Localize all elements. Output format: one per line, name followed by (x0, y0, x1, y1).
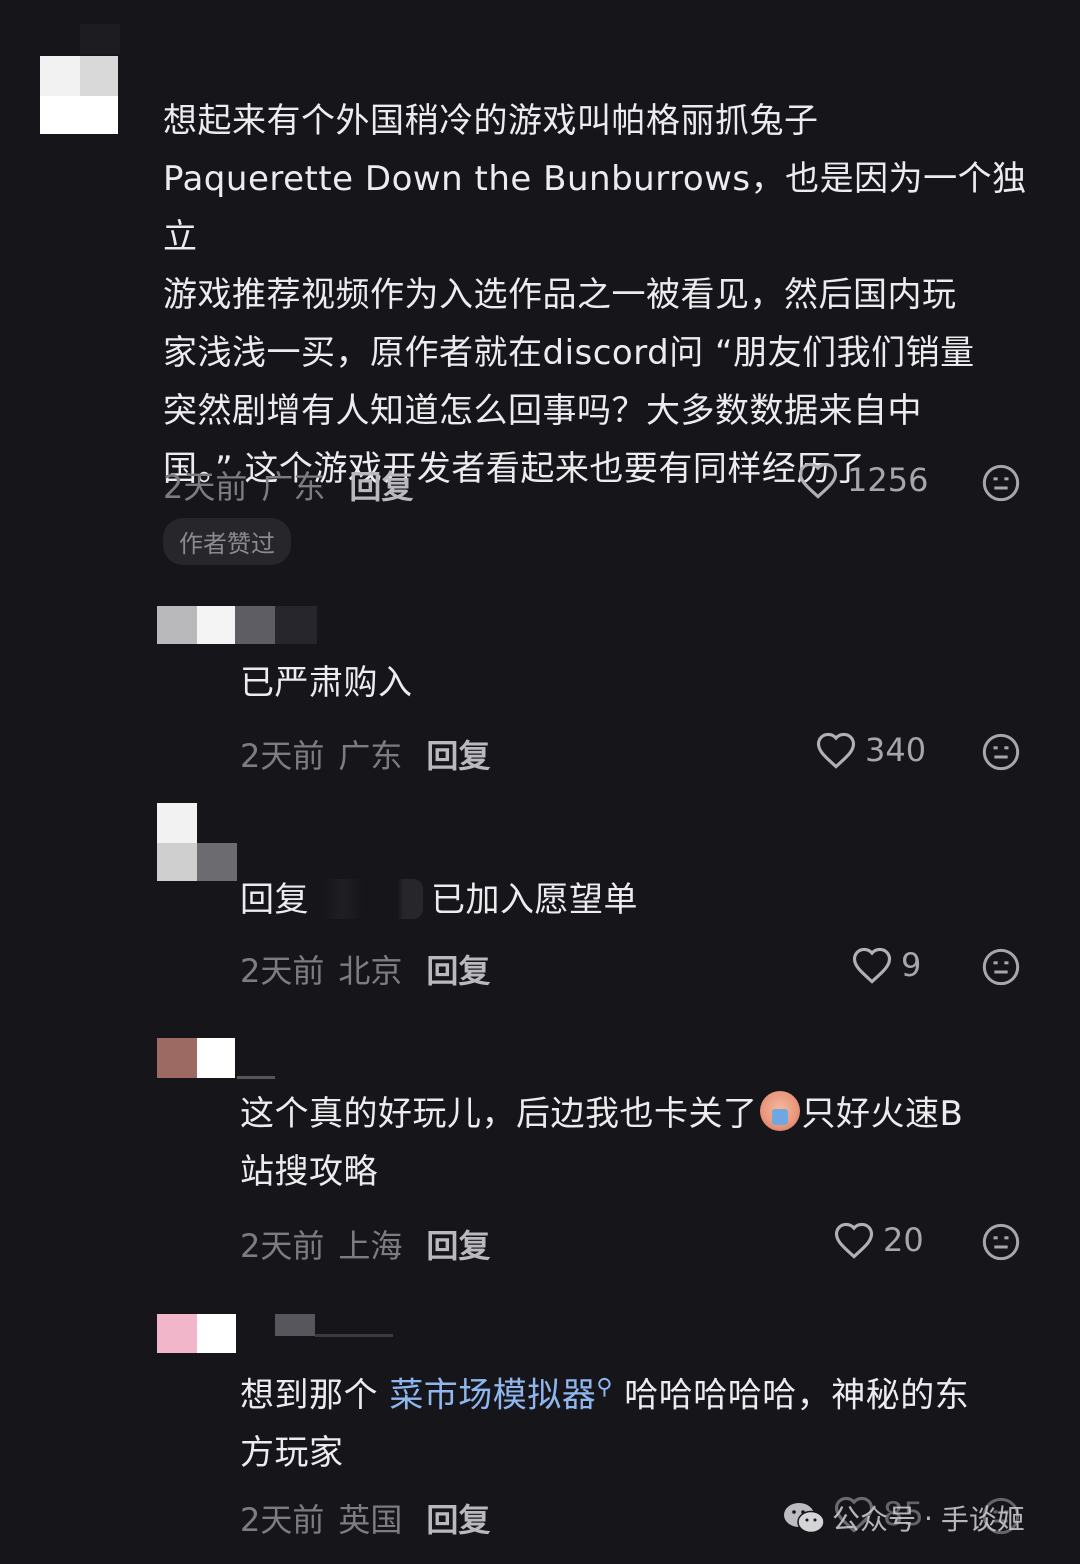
avatar[interactable] (157, 606, 317, 644)
watermark-separator: · (924, 1501, 933, 1535)
reply-button[interactable]: 回复 (426, 1495, 490, 1541)
watermark-name: 手谈姬 (940, 1503, 1025, 1536)
timestamp: 2天前 (240, 737, 325, 775)
avatar[interactable] (157, 1038, 275, 1080)
location: 上海 (338, 1227, 403, 1265)
watermark-type: 公众号 (832, 1503, 917, 1536)
comment-meta: 2天前 英国 回复 (240, 1495, 490, 1541)
crying-emoji-icon (759, 1091, 800, 1131)
timestamp: 2天前 (240, 1227, 325, 1265)
comment-meta: 2天前 广东 回复 (163, 462, 413, 508)
reply-button[interactable]: 回复 (426, 731, 490, 777)
reply-prefix: 回复 (240, 880, 309, 920)
heart-icon (834, 1222, 874, 1259)
location: 英国 (338, 1501, 403, 1539)
timestamp: 2天前 (163, 468, 248, 506)
location: 广东 (261, 468, 326, 506)
location: 广东 (338, 737, 403, 775)
like-button[interactable]: 340 (815, 730, 926, 770)
heart-icon (852, 947, 892, 984)
timestamp: 2天前 (240, 952, 325, 990)
heart-icon (798, 462, 838, 499)
reply-button[interactable]: 回复 (349, 462, 413, 508)
search-icon: ⚲ (596, 1375, 613, 1400)
avatar[interactable] (40, 56, 118, 134)
heart-icon (816, 732, 856, 769)
like-count: 20 (883, 1221, 924, 1259)
comment-text: 回复 已加入愿望单 (240, 879, 638, 920)
emoji-react-button[interactable] (981, 463, 1021, 507)
like-button[interactable]: 1256 (797, 460, 928, 500)
username-redacted[interactable] (80, 24, 120, 54)
wechat-icon (784, 1503, 825, 1534)
reply-button[interactable]: 回复 (426, 946, 490, 992)
like-button[interactable]: 20 (833, 1220, 924, 1260)
comment-text: 想起来有个外国稍冷的游戏叫帕格丽抓兔子 Paquerette Down the … (163, 101, 1027, 489)
watermark: 公众号 · 手谈姬 (782, 1498, 1025, 1538)
comment-meta: 2天前 上海 回复 (240, 1221, 490, 1267)
like-count: 1256 (847, 461, 929, 499)
neutral-face-icon (982, 733, 1020, 771)
avatar[interactable] (157, 803, 237, 881)
mention-redacted[interactable] (323, 879, 423, 919)
comment-meta: 2天前 北京 回复 (240, 946, 490, 992)
like-count: 9 (901, 946, 922, 984)
author-liked-badge: 作者赞过 (163, 518, 291, 565)
emoji-react-button[interactable] (981, 1222, 1021, 1266)
location: 北京 (338, 952, 403, 990)
comment-text: 已严肃购入 (240, 663, 413, 703)
neutral-face-icon (982, 1223, 1020, 1261)
emoji-react-button[interactable] (981, 732, 1021, 776)
like-count: 340 (865, 731, 927, 769)
neutral-face-icon (982, 948, 1020, 986)
comment-meta: 2天前 广东 回复 (240, 731, 490, 777)
comment-text: 这个真的好玩儿，后边我也卡关了 只好火速B 站搜攻略 (240, 1085, 1040, 1201)
neutral-face-icon (982, 464, 1020, 502)
emoji-react-button[interactable] (981, 947, 1021, 991)
like-button[interactable]: 9 (851, 945, 921, 985)
timestamp: 2天前 (240, 1501, 325, 1539)
comment-text: 想到那个 菜市场模拟器⚲ 哈哈哈哈哈，神秘的东 方玩家 (240, 1375, 970, 1474)
avatar[interactable] (157, 1314, 393, 1354)
search-link[interactable]: 菜市场模拟器 (389, 1375, 596, 1415)
reply-button[interactable]: 回复 (426, 1221, 490, 1267)
